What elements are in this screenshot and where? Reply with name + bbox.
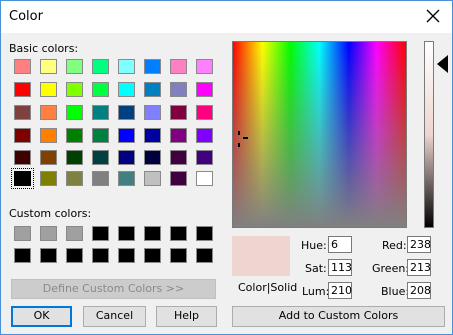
basic-color-swatch[interactable]	[118, 150, 135, 165]
basic-color-swatch[interactable]	[92, 82, 109, 97]
basic-color-swatch[interactable]	[14, 105, 31, 120]
basic-color-swatch[interactable]	[118, 105, 135, 120]
sat-field[interactable]: 113	[328, 259, 352, 276]
add-to-custom-colors-button[interactable]: Add to Custom Colors	[232, 306, 445, 327]
basic-color-swatch[interactable]	[40, 171, 57, 186]
basic-color-swatch[interactable]	[40, 82, 57, 97]
hue-field[interactable]: 6	[328, 236, 352, 253]
basic-color-swatch[interactable]	[92, 150, 109, 165]
custom-color-swatch[interactable]	[170, 248, 187, 263]
custom-color-swatch[interactable]	[66, 248, 83, 263]
basic-color-swatch[interactable]	[118, 171, 135, 186]
basic-color-swatch[interactable]	[170, 150, 187, 165]
help-button[interactable]: Help	[156, 306, 217, 327]
basic-color-swatch[interactable]	[66, 150, 83, 165]
basic-color-swatch[interactable]	[118, 59, 135, 74]
basic-color-swatch[interactable]	[14, 82, 31, 97]
hue-label: Hue:	[301, 239, 327, 252]
basic-color-swatch[interactable]	[66, 59, 83, 74]
custom-color-swatch[interactable]	[144, 248, 161, 263]
basic-color-swatch[interactable]	[144, 128, 161, 143]
close-icon[interactable]	[424, 7, 442, 25]
basic-color-swatch[interactable]	[196, 128, 213, 143]
basic-color-swatch[interactable]	[11, 168, 34, 189]
basic-color-swatch[interactable]	[92, 128, 109, 143]
custom-color-swatch[interactable]	[170, 226, 187, 241]
color-solid-label: Color|Solid	[238, 281, 298, 294]
color-dialog: Color Basic colors: Custom colors: Defin…	[0, 0, 453, 335]
basic-colors-label: Basic colors:	[9, 42, 79, 55]
basic-color-swatch[interactable]	[40, 59, 57, 74]
sat-label: Sat:	[305, 262, 327, 275]
cancel-button[interactable]: Cancel	[83, 306, 146, 327]
custom-color-swatch[interactable]	[196, 248, 213, 263]
custom-color-swatch[interactable]	[92, 226, 109, 241]
basic-color-swatch[interactable]	[14, 128, 31, 143]
basic-color-swatch[interactable]	[92, 59, 109, 74]
basic-color-swatch[interactable]	[66, 82, 83, 97]
basic-color-swatch[interactable]	[144, 105, 161, 120]
custom-color-swatch[interactable]	[66, 226, 83, 241]
basic-color-swatch[interactable]	[144, 171, 161, 186]
custom-color-swatch[interactable]	[144, 226, 161, 241]
basic-color-swatch[interactable]	[66, 105, 83, 120]
color-spectrum[interactable]	[232, 41, 407, 228]
crosshair-icon	[238, 131, 248, 147]
basic-color-swatch[interactable]	[196, 59, 213, 74]
basic-color-swatch[interactable]	[170, 128, 187, 143]
basic-color-swatch[interactable]	[14, 150, 31, 165]
basic-color-swatch[interactable]	[144, 150, 161, 165]
basic-color-swatch[interactable]	[196, 150, 213, 165]
custom-color-swatch[interactable]	[14, 248, 31, 263]
red-label: Red:	[382, 239, 407, 252]
window-title: Color	[9, 9, 43, 24]
basic-color-swatch[interactable]	[40, 128, 57, 143]
basic-color-swatch[interactable]	[170, 171, 187, 186]
basic-color-swatch[interactable]	[118, 128, 135, 143]
basic-color-swatch[interactable]	[170, 59, 187, 74]
custom-color-swatch[interactable]	[14, 226, 31, 241]
basic-color-swatch[interactable]	[92, 171, 109, 186]
custom-color-swatch[interactable]	[92, 248, 109, 263]
ok-button[interactable]: OK	[11, 306, 72, 327]
title-bar: Color	[1, 1, 452, 33]
custom-color-swatch[interactable]	[40, 248, 57, 263]
basic-color-swatch[interactable]	[40, 150, 57, 165]
lum-label: Lum:	[302, 285, 330, 298]
custom-color-swatch[interactable]	[118, 226, 135, 241]
color-preview	[232, 236, 290, 276]
red-field[interactable]: 238	[407, 236, 431, 253]
green-field[interactable]: 213	[407, 259, 431, 276]
basic-color-swatch[interactable]	[170, 105, 187, 120]
basic-color-swatch[interactable]	[144, 82, 161, 97]
luminosity-bar[interactable]	[424, 41, 434, 228]
basic-color-swatch[interactable]	[170, 82, 187, 97]
basic-color-swatch[interactable]	[92, 105, 109, 120]
blue-label: Blue:	[381, 285, 410, 298]
basic-color-swatch[interactable]	[196, 105, 213, 120]
luminosity-arrow-icon[interactable]	[437, 55, 448, 73]
custom-color-swatch[interactable]	[196, 226, 213, 241]
basic-color-swatch[interactable]	[40, 105, 57, 120]
basic-color-swatch[interactable]	[196, 82, 213, 97]
define-custom-colors-button[interactable]: Define Custom Colors >>	[11, 279, 216, 299]
lum-field[interactable]: 210	[328, 282, 352, 299]
custom-colors-label: Custom colors:	[9, 207, 92, 220]
basic-color-swatch[interactable]	[14, 59, 31, 74]
custom-color-swatch[interactable]	[40, 226, 57, 241]
green-label: Green:	[372, 262, 410, 275]
basic-color-swatch[interactable]	[118, 82, 135, 97]
basic-color-swatch[interactable]	[66, 171, 83, 186]
basic-color-swatch[interactable]	[196, 171, 213, 186]
blue-field[interactable]: 208	[407, 282, 431, 299]
custom-color-swatch[interactable]	[118, 248, 135, 263]
basic-color-swatch[interactable]	[66, 128, 83, 143]
basic-color-swatch[interactable]	[144, 59, 161, 74]
